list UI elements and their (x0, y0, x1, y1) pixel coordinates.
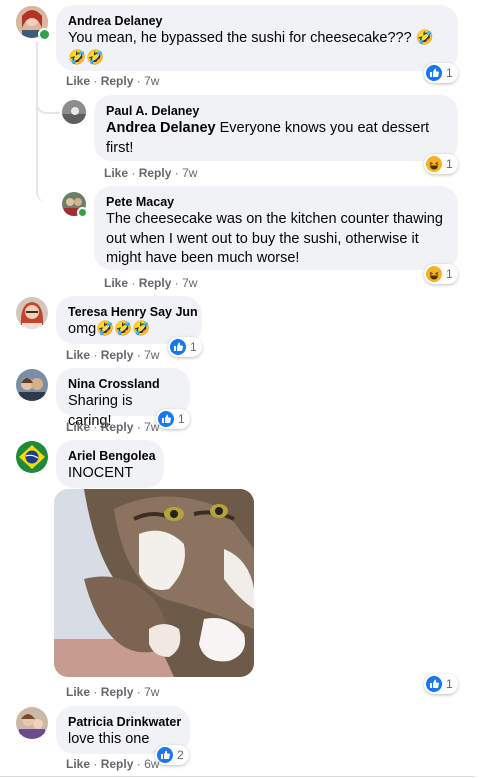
comment-timestamp[interactable]: 7w (144, 348, 159, 362)
reaction-badge[interactable]: 1 (168, 337, 202, 357)
comment-bubble: Pete Macay The cheesecake was on the kit… (94, 186, 458, 270)
avatar[interactable] (16, 441, 48, 473)
reaction-badge[interactable]: 1 (156, 409, 190, 429)
avatar[interactable] (16, 297, 48, 329)
comment-timestamp[interactable]: 7w (182, 166, 197, 180)
like-button[interactable]: Like (66, 348, 90, 362)
comment-author[interactable]: Nina Crossland (68, 376, 178, 392)
comment-text: INOCENT (68, 465, 134, 481)
like-icon (426, 65, 442, 81)
reaction-badge[interactable]: 1 (424, 674, 458, 694)
reply-button[interactable]: Reply (101, 74, 134, 88)
comment-text-body: You mean, he bypassed the sushi for chee… (68, 30, 412, 46)
reply-button[interactable]: Reply (101, 685, 134, 699)
comment-bubble: Paul A. Delaney Andrea Delaney Everyone … (94, 95, 458, 161)
comment-timestamp[interactable]: 7w (144, 420, 159, 434)
reply-button[interactable]: Reply (139, 166, 172, 180)
reply-button[interactable]: Reply (101, 348, 134, 362)
avatar[interactable] (62, 100, 86, 124)
comment-text: omg🤣🤣🤣 (68, 320, 190, 340)
comment-author[interactable]: Teresa Henry Say Jun (68, 304, 198, 320)
like-button[interactable]: Like (66, 757, 90, 771)
reply-thread-line (36, 42, 60, 202)
laughing-emoji-icon: 🤣🤣🤣 (96, 321, 151, 337)
comment-text-body: omg (68, 321, 97, 337)
like-button[interactable]: Like (104, 276, 128, 290)
comment-author[interactable]: Pete Macay (106, 194, 446, 210)
comment-text: Andrea Delaney Everyone knows you eat de… (106, 119, 446, 158)
comment-timestamp[interactable]: 7w (144, 74, 159, 88)
like-icon (158, 411, 174, 427)
divider (0, 776, 475, 777)
comment-timestamp[interactable]: 6w (144, 757, 159, 771)
like-button[interactable]: Like (66, 420, 90, 434)
laughing-emoji-icon: 🤣 (415, 30, 434, 46)
reaction-count: 2 (177, 748, 184, 762)
reaction-count: 1 (446, 677, 453, 691)
reply-button[interactable]: Reply (101, 757, 134, 771)
reaction-count: 1 (446, 66, 453, 80)
comment-text: You mean, he bypassed the sushi for chee… (68, 29, 448, 68)
comment-author[interactable]: Andrea Delaney (68, 13, 446, 29)
reaction-badge[interactable]: 1 (424, 154, 458, 174)
comment-author[interactable]: Patricia Drinkwater (68, 714, 181, 730)
comment-timestamp[interactable]: 7w (144, 685, 159, 699)
reaction-count: 1 (446, 157, 453, 171)
reaction-count: 1 (178, 412, 185, 426)
comment-actions: Like · Reply · 7w (66, 420, 160, 434)
reaction-badge[interactable]: 1 (424, 63, 458, 83)
comment-author[interactable]: Paul A. Delaney (106, 103, 446, 119)
comment-timestamp[interactable]: 7w (182, 276, 197, 290)
like-button[interactable]: Like (104, 166, 128, 180)
reaction-count: 1 (446, 267, 453, 281)
like-button[interactable]: Like (66, 74, 90, 88)
reply-button[interactable]: Reply (139, 276, 172, 290)
avatar[interactable] (16, 369, 48, 401)
comment-actions: Like · Reply · 7w (104, 166, 198, 180)
haha-icon (426, 266, 442, 282)
comment-actions: Like · Reply · 6w (66, 757, 160, 771)
comment-attachment-photo[interactable] (54, 489, 254, 677)
comment-bubble: Andrea Delaney You mean, he bypassed the… (56, 5, 458, 71)
online-status-dot (38, 28, 51, 41)
reaction-count: 1 (190, 340, 197, 354)
laughing-emoji-icon: 🤣🤣 (68, 49, 105, 66)
reaction-badge[interactable]: 1 (424, 264, 458, 284)
haha-icon (426, 156, 442, 172)
comment-author[interactable]: Ariel Bengolea (68, 448, 156, 464)
comment-actions: Like · Reply · 7w (66, 348, 160, 362)
comment-actions: Like · Reply · 7w (66, 74, 160, 88)
like-icon (426, 676, 442, 692)
like-button[interactable]: Like (66, 685, 90, 699)
comment-actions: Like · Reply · 7w (66, 685, 160, 699)
reaction-badge[interactable]: 2 (155, 745, 189, 765)
mention-link[interactable]: Andrea Delaney (106, 120, 216, 136)
like-icon (170, 339, 186, 355)
comment-bubble: Ariel Bengolea INOCENT (56, 440, 164, 488)
avatar[interactable] (16, 707, 48, 739)
reply-button[interactable]: Reply (101, 420, 134, 434)
comment-text: The cheesecake was on the kitchen counte… (106, 211, 443, 266)
online-status-dot (77, 207, 88, 218)
comment-actions: Like · Reply · 7w (104, 276, 198, 290)
